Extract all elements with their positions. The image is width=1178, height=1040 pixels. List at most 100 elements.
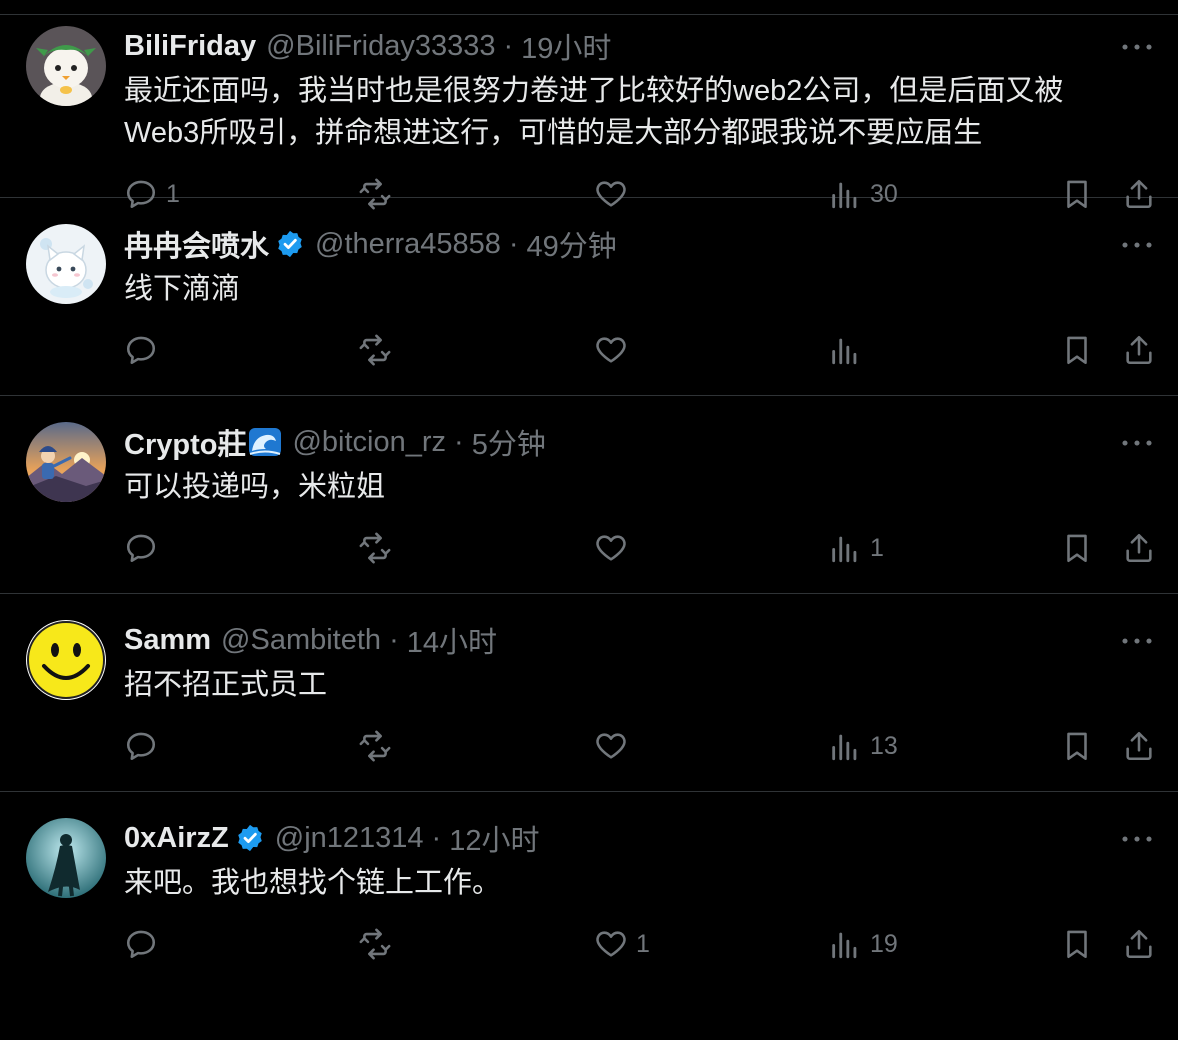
retweet-button[interactable] [358, 528, 392, 568]
more-icon [1122, 440, 1152, 446]
tweet[interactable]: 冉冉会喷水 @therra45858 · 49分钟 线下滴滴 [0, 198, 1178, 396]
timestamp[interactable]: 12小时 [449, 817, 539, 859]
like-count: 1 [636, 929, 650, 958]
like-button[interactable]: 1 [594, 924, 650, 964]
bookmark-icon [1067, 534, 1087, 563]
tweet[interactable]: 0xAirzZ @jn121314 · 12小时 来吧。我也想找个链上工作。 1 [0, 792, 1178, 990]
share-button[interactable] [1122, 726, 1156, 766]
like-button[interactable] [594, 330, 628, 370]
action-bar [124, 330, 1160, 370]
reply-button[interactable] [124, 528, 158, 568]
tweet-header: BiliFriday @BiliFriday33333 · 19小时 [124, 25, 611, 67]
verified-badge-icon [235, 823, 265, 853]
like-button[interactable] [594, 528, 628, 568]
heart-icon [596, 337, 626, 363]
views-button[interactable]: 1 [828, 528, 884, 568]
more-options-button[interactable] [1116, 626, 1158, 656]
like-button[interactable] [594, 726, 628, 766]
share-icon [1126, 731, 1152, 761]
verified-badge-icon [275, 229, 305, 259]
timestamp[interactable]: 49分钟 [527, 223, 617, 265]
reply-icon [126, 534, 156, 563]
avatar[interactable] [26, 620, 106, 700]
display-name[interactable]: BiliFriday [124, 30, 256, 63]
landscape-avatar-icon [26, 422, 106, 502]
tweet-text-line: 招不招正式员工 [124, 669, 328, 701]
separator-dot: · [508, 227, 519, 260]
avatar[interactable] [26, 26, 106, 106]
action-bar: 1 19 [124, 924, 1160, 964]
views-count: 1 [870, 533, 884, 562]
share-icon [1126, 533, 1152, 563]
display-name[interactable]: 冉冉会喷水 [124, 223, 269, 265]
user-handle[interactable]: @BiliFriday33333 [266, 30, 495, 63]
timestamp[interactable]: 5分钟 [472, 421, 546, 463]
reply-feed: BiliFriday @BiliFriday33333 · 19小时 最近还面吗… [0, 0, 1178, 1040]
avatar[interactable] [26, 224, 106, 304]
heart-icon [596, 733, 626, 759]
display-name[interactable]: Crypto莊 [124, 421, 246, 463]
avatar[interactable] [26, 818, 106, 898]
tweet-header: 0xAirzZ @jn121314 · 12小时 [124, 817, 539, 859]
bookmark-button[interactable] [1060, 528, 1094, 568]
user-handle[interactable]: @jn121314 [275, 822, 424, 855]
reply-button[interactable] [124, 330, 158, 370]
bookmark-button[interactable] [1060, 924, 1094, 964]
share-button[interactable] [1122, 330, 1156, 370]
views-button[interactable]: 19 [828, 924, 898, 964]
tweet[interactable]: Samm @Sambiteth · 14小时 招不招正式员工 13 [0, 594, 1178, 792]
display-name[interactable]: Samm [124, 624, 211, 657]
bookmark-button[interactable] [1060, 330, 1094, 370]
tweet-text: 来吧。我也想找个链上工作。 [124, 862, 1124, 904]
wave-emoji-icon [248, 427, 282, 457]
views-button[interactable] [828, 330, 862, 370]
reply-button[interactable] [124, 726, 158, 766]
cat-avatar-icon [26, 224, 106, 304]
more-options-button[interactable] [1116, 428, 1158, 458]
reply-icon [126, 930, 156, 959]
tweet[interactable]: BiliFriday @BiliFriday33333 · 19小时 最近还面吗… [0, 0, 1178, 210]
separator-dot: · [431, 821, 442, 854]
retweet-button[interactable] [358, 726, 392, 766]
share-button[interactable] [1122, 924, 1156, 964]
retweet-icon [359, 928, 391, 960]
action-bar: 1 [124, 528, 1160, 568]
more-options-button[interactable] [1116, 230, 1158, 260]
share-button[interactable] [1122, 528, 1156, 568]
analytics-icon [832, 536, 857, 563]
action-bar: 13 [124, 726, 1160, 766]
separator-dot: · [503, 29, 514, 62]
smiley-avatar-icon [26, 620, 106, 700]
more-icon [1122, 836, 1152, 842]
share-icon [1126, 335, 1152, 365]
user-handle[interactable]: @bitcion_rz [292, 426, 446, 459]
tweet-text: 最近还面吗，我当时也是很努力卷进了比较好的web2公司，但是后面又被 Web3所… [124, 70, 1124, 154]
retweet-icon [359, 532, 391, 564]
timestamp[interactable]: 14小时 [407, 619, 497, 661]
heart-icon [596, 931, 626, 957]
display-name[interactable]: 0xAirzZ [124, 822, 229, 855]
more-icon [1122, 638, 1152, 644]
timestamp[interactable]: 19小时 [521, 25, 611, 67]
tweet-text: 招不招正式员工 [124, 664, 1124, 706]
tweet-header: 冉冉会喷水 @therra45858 · 49分钟 [124, 223, 617, 265]
views-count: 13 [870, 731, 898, 760]
avatar[interactable] [26, 422, 106, 502]
analytics-icon [832, 734, 857, 761]
views-button[interactable]: 13 [828, 726, 898, 766]
tweet-text: 可以投递吗，米粒姐 [124, 466, 1124, 508]
retweet-button[interactable] [358, 330, 392, 370]
user-handle[interactable]: @therra45858 [315, 228, 501, 261]
reply-button[interactable] [124, 924, 158, 964]
tweet-text-line: 最近还面吗，我当时也是很努力卷进了比较好的web2公司，但是后面又被 [124, 75, 1064, 107]
retweet-button[interactable] [358, 924, 392, 964]
bookmark-icon [1067, 930, 1087, 959]
user-handle[interactable]: @Sambiteth [221, 624, 381, 657]
bookmark-icon [1067, 732, 1087, 761]
tweet[interactable]: Crypto莊 @bitcion_rz · 5分钟 可以投递吗，米粒姐 1 [0, 396, 1178, 594]
more-options-button[interactable] [1116, 824, 1158, 854]
more-options-button[interactable] [1116, 32, 1158, 62]
views-count: 19 [870, 929, 898, 958]
bookmark-button[interactable] [1060, 726, 1094, 766]
tweet-text-line: 可以投递吗，米粒姐 [124, 471, 386, 503]
